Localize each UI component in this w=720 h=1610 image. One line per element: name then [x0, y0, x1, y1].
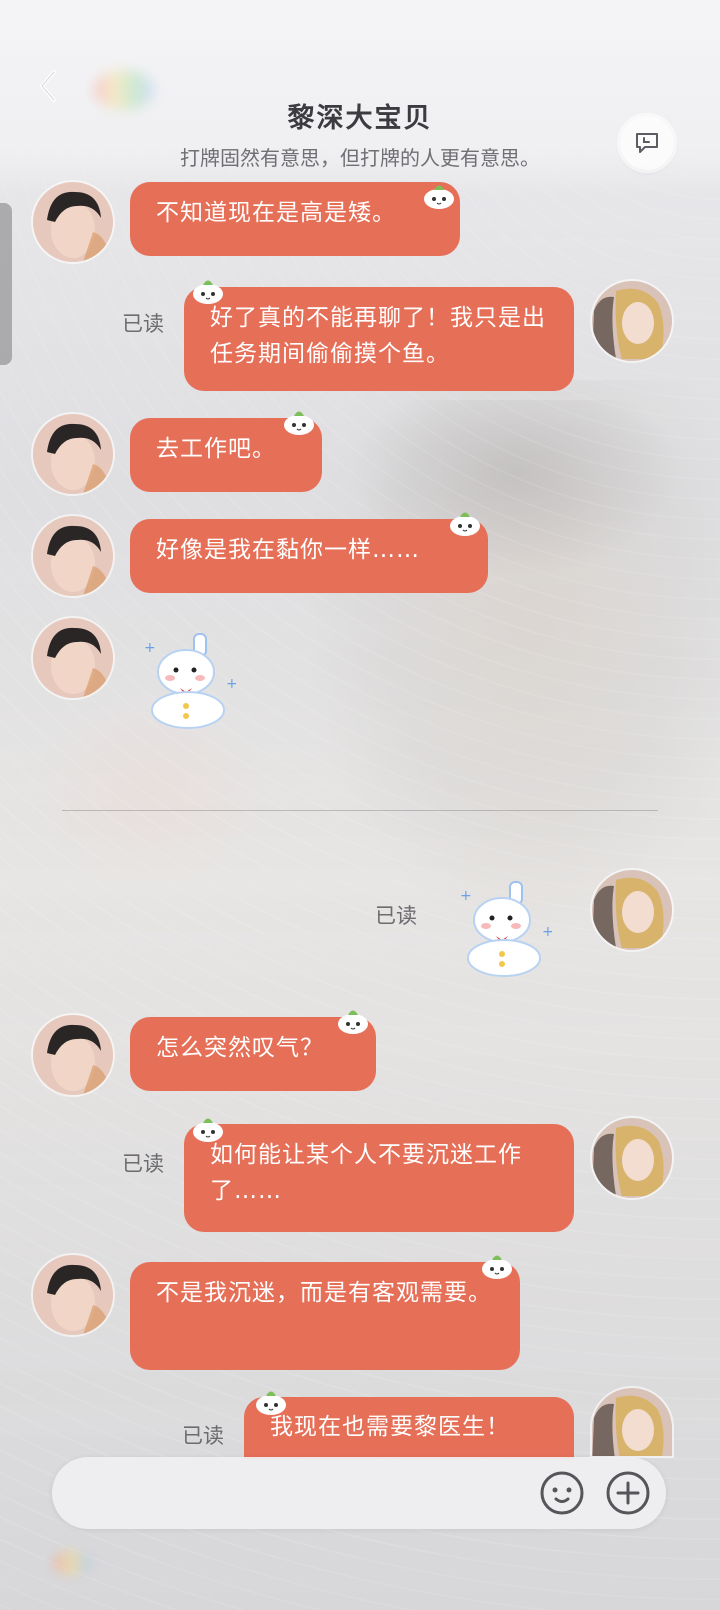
radish-icon: [480, 1250, 514, 1280]
read-receipt: 已读: [122, 1152, 164, 1176]
message-text: 不是我沉迷，而是有客观需要。: [156, 1280, 492, 1306]
smiley-face-icon: [540, 1471, 584, 1515]
more-actions-button[interactable]: [604, 1469, 652, 1517]
contact-name: 黎深大宝贝: [287, 103, 433, 134]
radish-icon: [282, 406, 316, 436]
svg-text:+: +: [226, 676, 236, 692]
message-text: 不知道现在是高是矮。: [156, 200, 396, 226]
radish-icon: [448, 507, 482, 537]
male-portrait-image: [33, 1255, 113, 1335]
message-composer: [52, 1457, 666, 1529]
time-divider: [62, 810, 658, 811]
svg-text:+: +: [542, 924, 552, 940]
read-receipt: 已读: [182, 1424, 224, 1448]
message-text: 好像是我在黏你一样……: [156, 537, 420, 563]
message-input[interactable]: [76, 1471, 530, 1517]
plus-circle-icon: [606, 1471, 650, 1515]
female-portrait-image: [592, 870, 672, 950]
radish-icon: [254, 1386, 288, 1416]
snowman-sticker[interactable]: + +: [456, 878, 554, 978]
svg-text:+: +: [144, 640, 156, 656]
radish-icon: [422, 180, 456, 210]
chat-options-button[interactable]: [620, 116, 674, 170]
user-avatar[interactable]: [592, 281, 672, 361]
contact-avatar[interactable]: [33, 182, 113, 262]
snowman-sticker[interactable]: + +: [140, 630, 238, 730]
chat-header: 黎深大宝贝 打牌固然有意思，但打牌的人更有意思。: [0, 0, 720, 192]
contact-signature: 打牌固然有意思，但打牌的人更有意思。: [180, 146, 540, 170]
male-portrait-image: [33, 414, 113, 494]
male-portrait-image: [33, 618, 113, 698]
message-bubble[interactable]: 好像是我在黏你一样……: [130, 519, 488, 593]
contact-avatar[interactable]: [33, 516, 113, 596]
female-portrait-image: [592, 1118, 672, 1198]
user-avatar[interactable]: [592, 1388, 672, 1456]
user-avatar[interactable]: [592, 870, 672, 950]
side-drawer-handle[interactable]: [0, 203, 12, 365]
user-avatar[interactable]: [592, 1118, 672, 1198]
male-portrait-image: [33, 516, 113, 596]
message-bubble[interactable]: 好了真的不能再聊了！我只是出任务期间偷偷摸个鱼。: [184, 287, 574, 391]
message-text: 好了真的不能再聊了！我只是出任务期间偷偷摸个鱼。: [210, 305, 546, 367]
message-bubble[interactable]: 我现在也需要黎医生！: [244, 1397, 574, 1459]
message-text: 怎么突然叹气？: [156, 1035, 324, 1061]
background-portrait: [300, 380, 720, 940]
contact-avatar[interactable]: [33, 1015, 113, 1095]
message-bubble[interactable]: 如何能让某个人不要沉迷工作了……: [184, 1124, 574, 1232]
radish-icon: [336, 1005, 370, 1035]
contact-avatar[interactable]: [33, 618, 113, 698]
contact-avatar[interactable]: [33, 414, 113, 494]
message-text: 如何能让某个人不要沉迷工作了……: [210, 1142, 522, 1204]
male-portrait-image: [33, 1015, 113, 1095]
read-receipt: 已读: [375, 904, 417, 928]
read-receipt: 已读: [122, 312, 164, 336]
contact-avatar[interactable]: [33, 1255, 113, 1335]
rainbow-flare: [52, 1550, 92, 1576]
female-portrait-image: [592, 281, 672, 361]
radish-icon: [191, 1113, 225, 1143]
message-bubble[interactable]: 不知道现在是高是矮。: [130, 182, 460, 256]
emoji-button[interactable]: [538, 1469, 586, 1517]
message-bubble[interactable]: 不是我沉迷，而是有客观需要。: [130, 1262, 520, 1370]
female-portrait-image: [592, 1388, 672, 1456]
svg-text:+: +: [460, 888, 472, 904]
message-text: 去工作吧。: [156, 436, 276, 462]
message-text: 我现在也需要黎医生！: [270, 1414, 510, 1440]
male-portrait-image: [33, 182, 113, 262]
chat-bubble-icon: [636, 133, 658, 153]
radish-icon: [191, 275, 225, 305]
